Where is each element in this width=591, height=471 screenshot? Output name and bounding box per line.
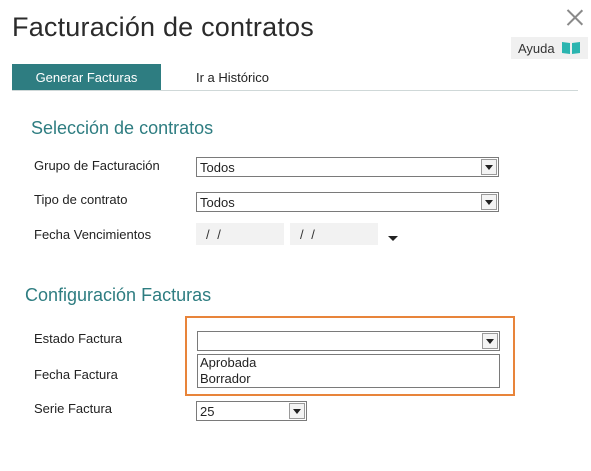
- caret-down-icon[interactable]: [388, 236, 398, 241]
- grupo-facturacion-label: Grupo de Facturación: [34, 158, 160, 173]
- fecha-vencimientos-desde[interactable]: / /: [196, 223, 284, 245]
- dropdown-option-aprobada[interactable]: Aprobada: [198, 355, 499, 371]
- grupo-facturacion-value: Todos: [200, 159, 235, 175]
- close-icon[interactable]: [566, 8, 584, 26]
- tipo-contrato-value: Todos: [200, 194, 235, 210]
- chevron-down-icon[interactable]: [481, 159, 497, 175]
- section-title-configuracion: Configuración Facturas: [25, 285, 212, 305]
- help-button[interactable]: Ayuda: [511, 37, 588, 59]
- serie-factura-select[interactable]: 25: [196, 401, 307, 421]
- estado-factura-select[interactable]: [197, 331, 500, 351]
- grupo-facturacion-select[interactable]: Todos: [196, 157, 499, 177]
- section-title-seleccion: Selección de contratos: [31, 118, 214, 138]
- window-title: Facturación de contratos: [12, 12, 314, 42]
- estado-factura-dropdown-list: Aprobada Borrador: [197, 354, 500, 388]
- help-label: Ayuda: [518, 40, 555, 56]
- serie-factura-label: Serie Factura: [34, 401, 113, 416]
- chevron-down-icon[interactable]: [482, 333, 498, 349]
- tab-divider: [12, 90, 578, 91]
- fecha-vencimientos-hasta[interactable]: / /: [290, 223, 378, 245]
- tipo-contrato-select[interactable]: Todos: [196, 192, 499, 212]
- chevron-down-icon[interactable]: [289, 403, 305, 419]
- tipo-contrato-label: Tipo de contrato: [34, 192, 128, 207]
- tab-ir-a-historico[interactable]: Ir a Histórico: [196, 64, 269, 90]
- serie-factura-value: 25: [200, 403, 215, 419]
- book-icon: [561, 42, 580, 54]
- dropdown-option-borrador[interactable]: Borrador: [198, 371, 499, 387]
- chevron-down-icon[interactable]: [481, 194, 497, 210]
- fecha-vencimientos-label: Fecha Vencimientos: [34, 227, 152, 242]
- fecha-factura-label: Fecha Factura: [34, 367, 118, 382]
- estado-factura-label: Estado Factura: [34, 331, 123, 346]
- tab-generar-facturas[interactable]: Generar Facturas: [12, 64, 161, 90]
